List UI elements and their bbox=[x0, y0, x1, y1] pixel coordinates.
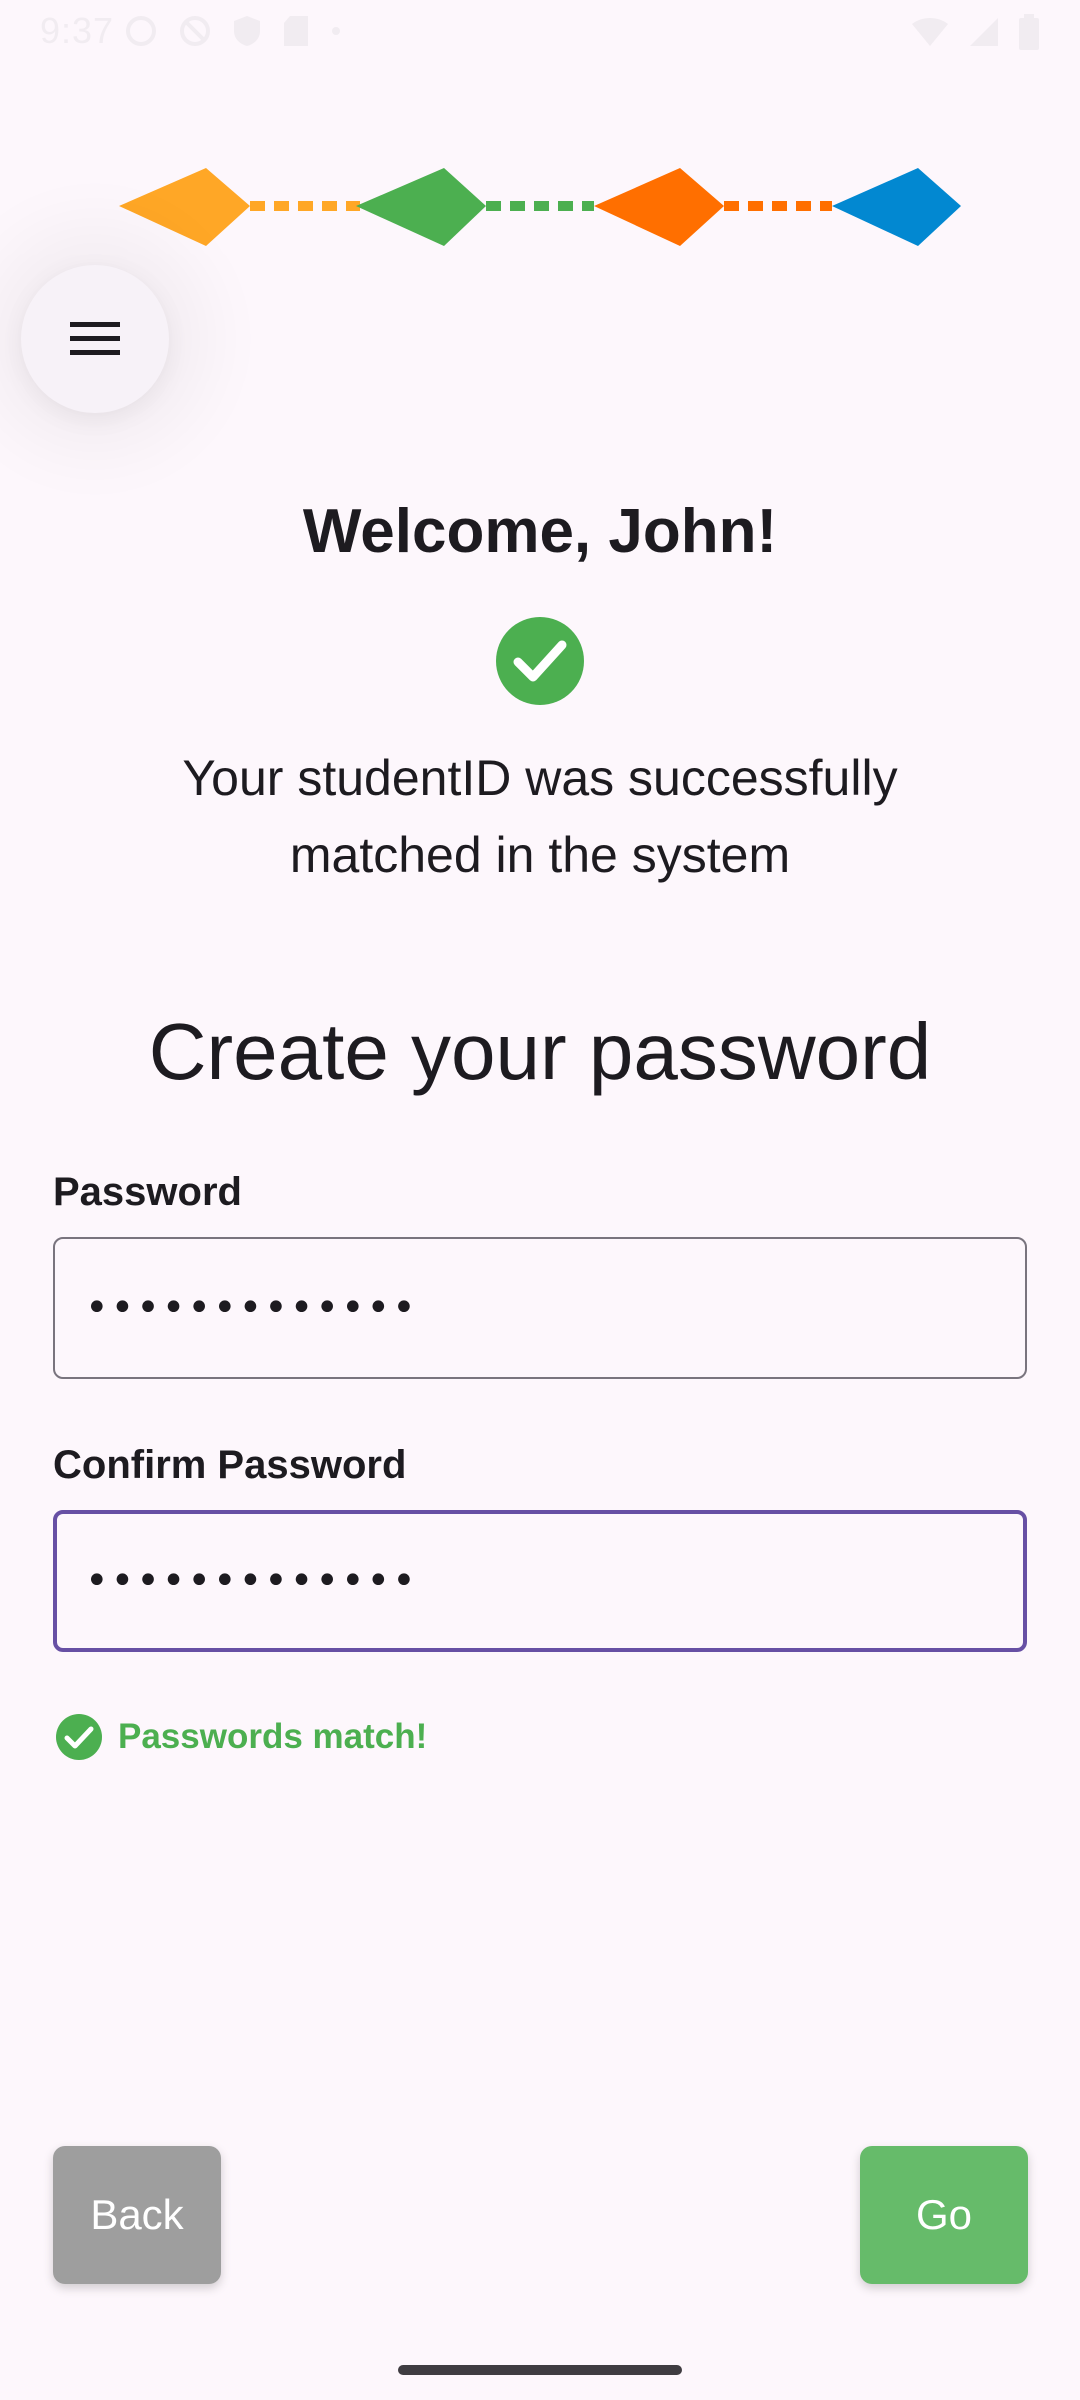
sd-card-icon bbox=[284, 16, 308, 46]
stepper-step-1 bbox=[119, 168, 250, 246]
status-icons-left bbox=[124, 14, 342, 48]
status-bar: 9:37 bbox=[0, 0, 1080, 64]
menu-button[interactable] bbox=[21, 265, 169, 413]
go-button[interactable]: Go bbox=[860, 2146, 1028, 2284]
password-match-status: Passwords match! bbox=[56, 1713, 427, 1761]
hamburger-menu-icon bbox=[70, 322, 120, 355]
no-sync-icon bbox=[180, 16, 210, 46]
check-circle-small-icon bbox=[56, 1714, 102, 1760]
confirm-password-label: Confirm Password bbox=[53, 1443, 407, 1487]
password-input[interactable] bbox=[53, 1237, 1027, 1379]
confirm-password-input[interactable] bbox=[53, 1510, 1027, 1652]
welcome-title: Welcome, John! bbox=[302, 497, 778, 566]
home-indicator[interactable] bbox=[398, 2365, 682, 2375]
status-time: 9:37 bbox=[40, 10, 115, 51]
create-password-heading: Create your password bbox=[148, 1007, 932, 1096]
circle-status-icon bbox=[126, 16, 156, 46]
wifi-icon bbox=[912, 18, 948, 46]
check-circle-icon bbox=[496, 617, 584, 705]
stepper-step-2 bbox=[356, 168, 486, 246]
match-message-line-2: matched in the system bbox=[289, 827, 791, 883]
stepper-step-3 bbox=[594, 168, 724, 246]
signal-icon bbox=[970, 18, 998, 46]
shield-icon bbox=[234, 16, 260, 46]
progress-stepper bbox=[119, 168, 961, 246]
status-icons-right bbox=[910, 14, 1040, 50]
password-label: Password bbox=[53, 1170, 242, 1214]
match-message-line-1: Your studentID was successfully bbox=[182, 750, 898, 806]
student-id-match-message: Your studentID was successfully matched … bbox=[100, 740, 980, 894]
passwords-match-text: Passwords match! bbox=[118, 1717, 428, 1756]
back-button[interactable]: Back bbox=[53, 2146, 221, 2284]
battery-icon bbox=[1019, 14, 1039, 50]
stepper-step-4 bbox=[832, 168, 961, 246]
dot-icon bbox=[332, 27, 340, 35]
